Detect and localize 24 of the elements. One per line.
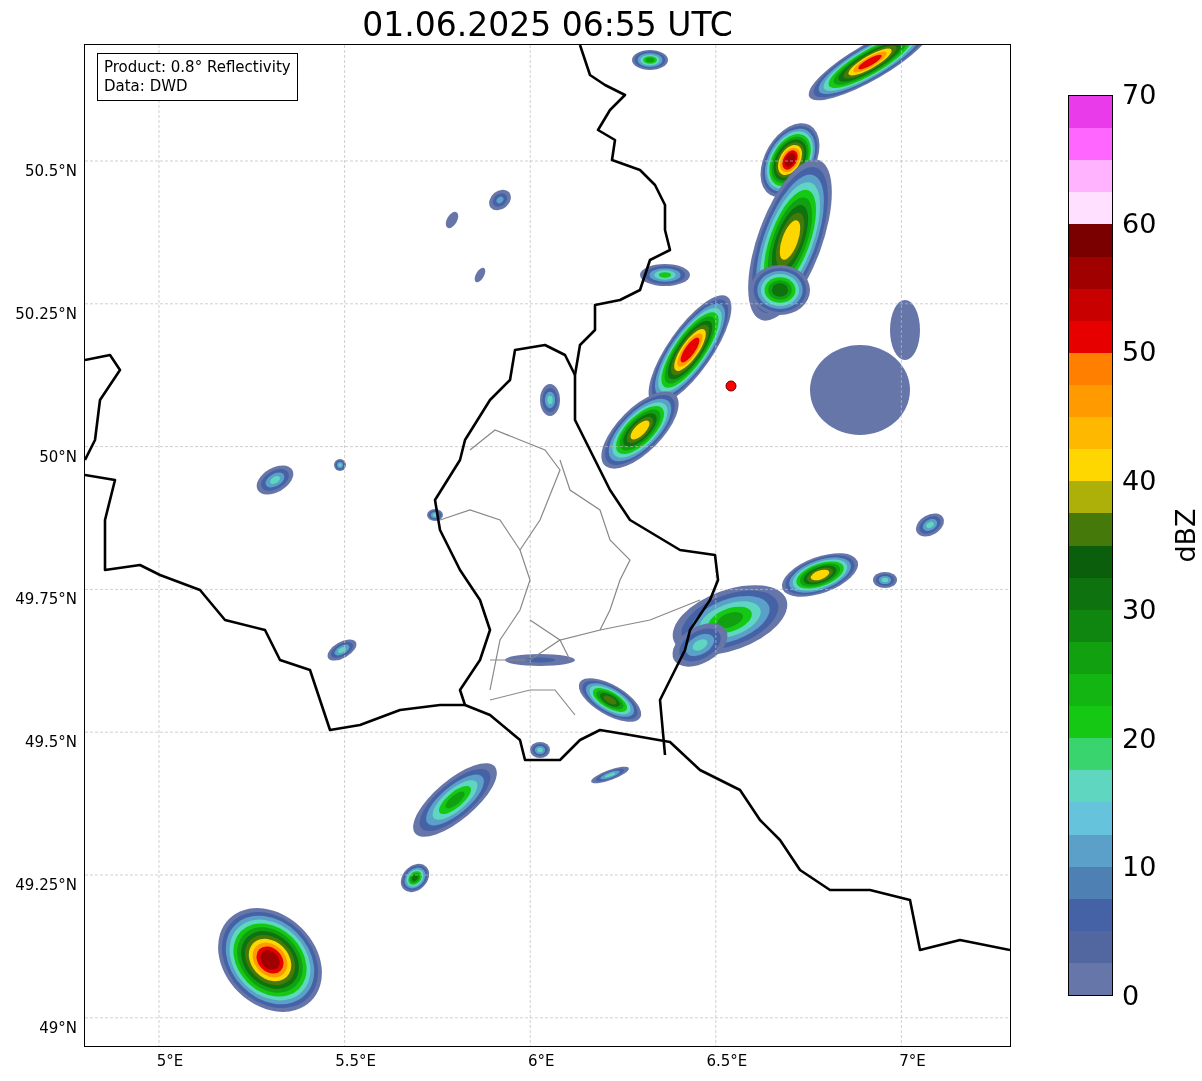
y-tick-label: 50.25°N [15, 303, 77, 324]
colorbar-tick-label: 0 [1122, 979, 1140, 1012]
x-tick-label: 5.5°E [335, 1052, 376, 1070]
x-tick-label: 5°E [156, 1052, 184, 1070]
colorbar-tick-label: 50 [1122, 336, 1157, 369]
colorbar-tick-label: 70 [1122, 79, 1157, 111]
colorbar-tick-label: 60 [1122, 207, 1157, 240]
legend-text: Product: 0.8° Reflectivity [104, 58, 291, 77]
y-tick-label: 49.25°N [15, 875, 77, 895]
y-tick-label: 49.75°N [15, 589, 77, 610]
colorbar-tick-label: 10 [1122, 851, 1157, 884]
x-tick-label: 7°E [899, 1052, 926, 1070]
colorbar-label: dBZ [1169, 508, 1201, 563]
colorbar-tick-label: 20 [1122, 722, 1157, 755]
chart-title: 01.06.2025 06:55 UTC [361, 4, 734, 45]
y-tick-label: 49.5°N [24, 732, 77, 753]
x-tick-label: 6°E [527, 1052, 555, 1070]
y-tick-label: 50°N [39, 446, 77, 467]
y-tick-label: 49°N [39, 1017, 77, 1038]
y-tick-label: 50.5°N [24, 161, 77, 181]
colorbar-tick-label: 30 [1122, 593, 1157, 626]
x-tick-label: 6.5°E [706, 1052, 748, 1070]
legend-text: Data: DWD [104, 77, 189, 96]
colorbar-tick-label: 40 [1122, 465, 1157, 498]
